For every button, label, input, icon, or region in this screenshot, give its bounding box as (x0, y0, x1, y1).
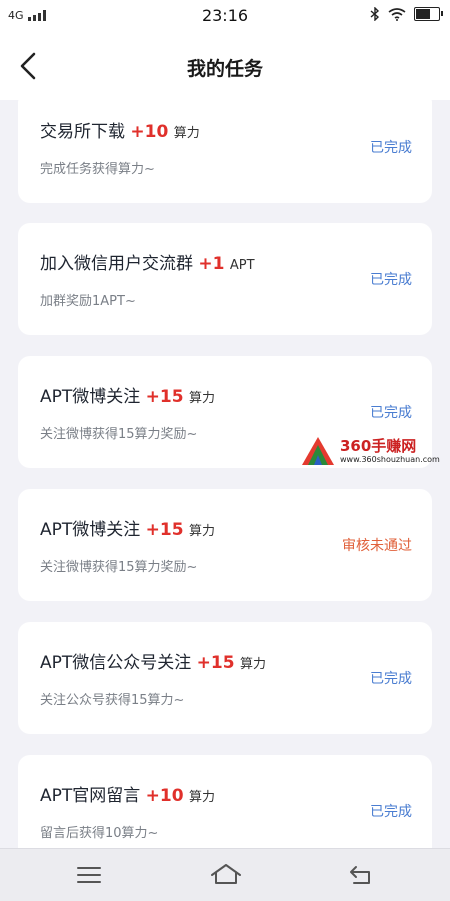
task-unit: APT (229, 258, 255, 273)
menu-icon (77, 867, 101, 883)
task-reward: +10 (130, 122, 169, 142)
task-status: 已完成 (370, 671, 412, 687)
home-icon (211, 864, 241, 884)
task-status: 已完成 (370, 272, 412, 288)
task-desc: 关注公众号获得15算力~ (40, 693, 185, 708)
task-unit: 算力 (188, 391, 215, 406)
battery-icon (414, 7, 443, 21)
task-title: APT微信公众号关注 +15 算力 (40, 648, 266, 673)
task-unit: 算力 (173, 126, 200, 141)
return-icon (350, 866, 370, 884)
task-card[interactable]: APT微信公众号关注 +15 算力 关注公众号获得15算力~ 已完成 (18, 622, 432, 734)
task-name: APT微博关注 (40, 520, 141, 540)
task-reward: +15 (145, 387, 184, 407)
wifi-icon (388, 7, 406, 21)
task-desc: 关注微博获得15算力奖励~ (40, 427, 198, 442)
task-name: APT微信公众号关注 (40, 653, 192, 673)
task-reward: +1 (198, 254, 225, 274)
task-desc: 加群奖励1APT~ (40, 294, 136, 309)
status-right (370, 7, 443, 21)
task-title: APT官网留言 +10 算力 (40, 781, 215, 806)
task-card[interactable]: 加入微信用户交流群 +1 APT 加群奖励1APT~ 已完成 (18, 223, 432, 335)
header: 我的任务 (0, 32, 450, 100)
task-unit: 算力 (239, 657, 266, 672)
task-reward: +10 (145, 786, 184, 806)
task-name: APT微博关注 (40, 387, 141, 407)
task-card[interactable]: APT官网留言 +10 算力 留言后获得10算力~ 已完成 (18, 755, 432, 848)
task-name: 交易所下载 (40, 122, 125, 142)
task-desc: 完成任务获得算力~ (40, 162, 155, 177)
system-nav-bar (0, 848, 450, 901)
watermark-name: 360手赚网 (340, 437, 417, 455)
task-unit: 算力 (188, 790, 215, 805)
return-button[interactable] (346, 861, 376, 889)
page-title: 我的任务 (186, 58, 263, 80)
task-status: 已完成 (370, 140, 412, 156)
task-status: 审核未通过 (342, 538, 412, 554)
task-desc: 留言后获得10算力~ (40, 826, 159, 841)
watermark: 360手赚网 www.360shouzhuan.com (298, 435, 446, 467)
task-name: 加入微信用户交流群 (40, 254, 193, 274)
task-desc: 关注微博获得15算力奖励~ (40, 560, 198, 575)
watermark-url: www.360shouzhuan.com (340, 455, 440, 464)
task-title: 交易所下载 +10 算力 (40, 117, 200, 142)
task-status: 已完成 (370, 405, 412, 421)
task-unit: 算力 (188, 524, 215, 539)
task-name: APT官网留言 (40, 786, 141, 806)
task-title: APT微博关注 +15 算力 (40, 515, 215, 540)
task-reward: +15 (145, 520, 184, 540)
task-status: 已完成 (370, 804, 412, 820)
task-reward: +15 (196, 653, 235, 673)
menu-button[interactable] (74, 861, 104, 889)
task-list[interactable]: 交易所下载 +10 算力 完成任务获得算力~ 已完成 加入微信用户交流群 +1 … (0, 100, 450, 848)
task-title: APT微博关注 +15 算力 (40, 382, 215, 407)
status-bar: 4G 23:16 (0, 0, 450, 32)
task-card[interactable]: APT微博关注 +15 算力 关注微博获得15算力奖励~ 审核未通过 (18, 489, 432, 601)
bluetooth-icon (370, 7, 380, 21)
task-card[interactable]: 交易所下载 +10 算力 完成任务获得算力~ 已完成 (18, 100, 432, 203)
home-button[interactable] (208, 861, 244, 889)
task-title: 加入微信用户交流群 +1 APT (40, 249, 255, 274)
watermark-logo-icon (302, 437, 334, 465)
